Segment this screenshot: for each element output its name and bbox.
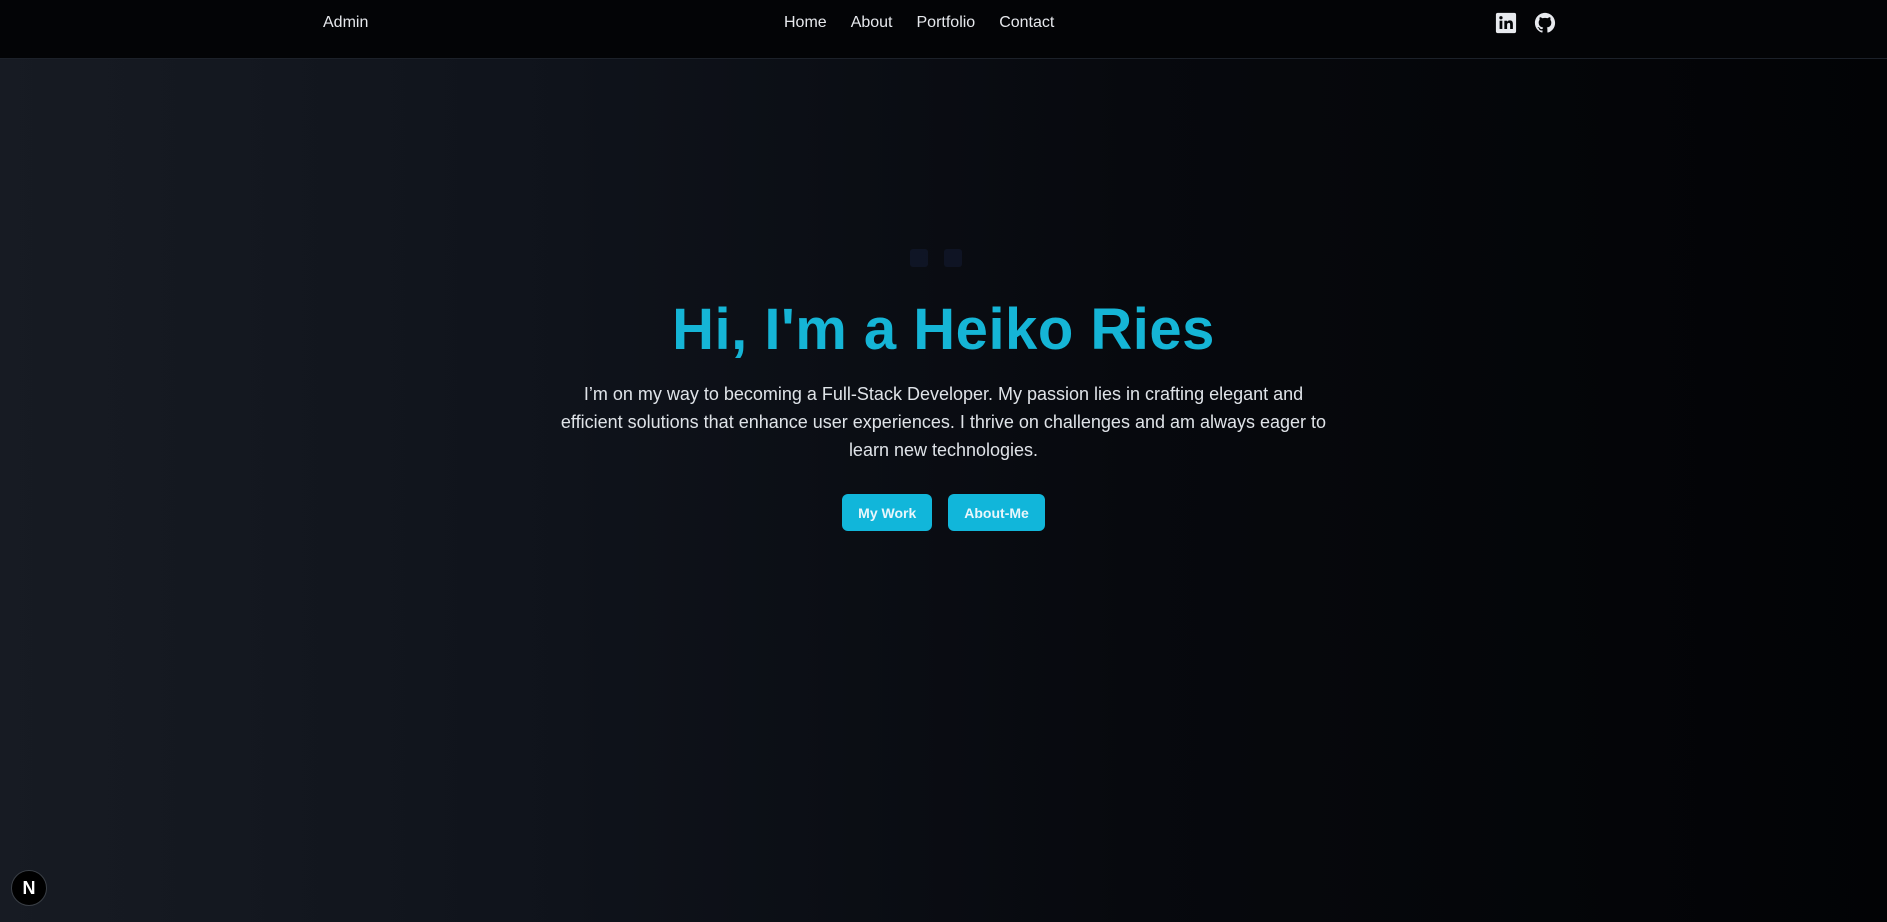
navbar: Admin Home About Portfolio Contact [0, 0, 1887, 59]
nav-link-about[interactable]: About [851, 14, 893, 32]
my-work-button[interactable]: My Work [842, 494, 933, 531]
about-me-button[interactable]: About-Me [948, 494, 1045, 531]
brand-link[interactable]: Admin [323, 14, 368, 32]
faint-square-icon [910, 249, 928, 267]
nav-link-contact[interactable]: Contact [999, 14, 1054, 32]
hero-description: I’m on my way to becoming a Full-Stack D… [560, 384, 1327, 460]
hero-section [0, 59, 1887, 922]
hero-buttons: My Work About-Me [0, 494, 1887, 531]
nav-link-portfolio[interactable]: Portfolio [917, 14, 976, 32]
github-link[interactable] [1534, 12, 1556, 34]
nav-link-home[interactable]: Home [784, 14, 827, 32]
faint-square-icon [944, 249, 962, 267]
github-icon [1534, 12, 1556, 33]
social-links [1495, 12, 1556, 34]
linkedin-link[interactable] [1495, 12, 1517, 34]
linkedin-icon [1495, 12, 1517, 34]
main-nav: Home About Portfolio Contact [784, 14, 1078, 32]
dev-tools-badge[interactable]: N [11, 870, 47, 906]
hero-title: Hi, I'm a Heiko Ries [672, 297, 1215, 362]
faint-decoration [910, 249, 962, 267]
next-logo-icon: N [22, 877, 36, 898]
